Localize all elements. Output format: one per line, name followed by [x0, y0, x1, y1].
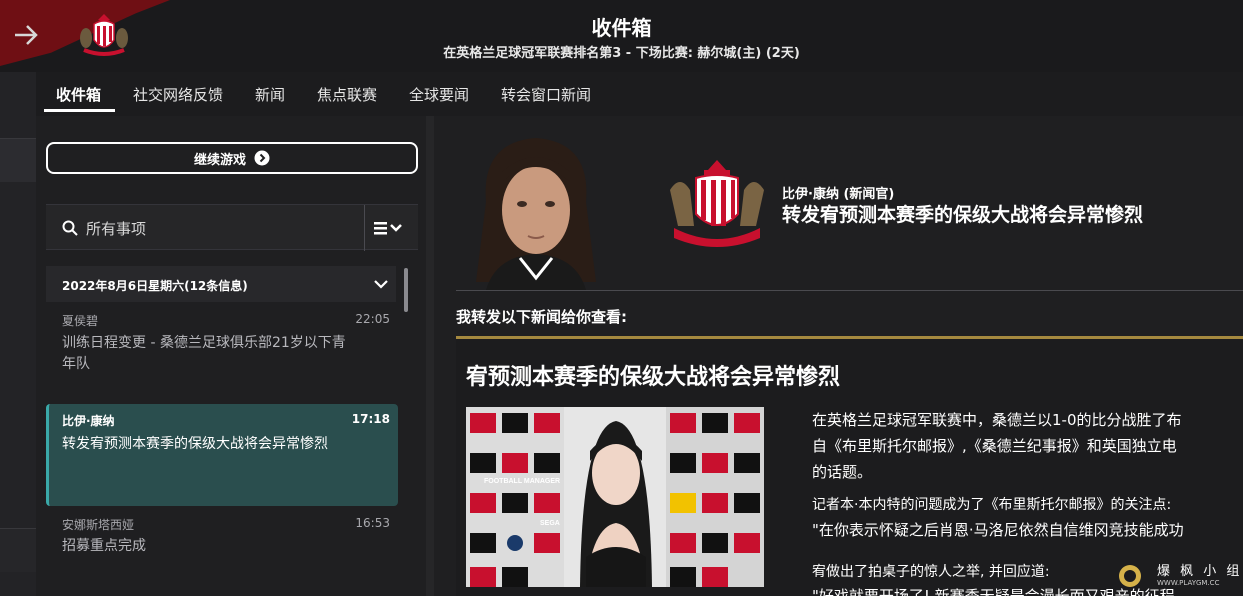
article-paragraph: 记者本·本内特的问题成为了《布里斯托尔邮报》的关注点: — [812, 497, 1172, 513]
player-portrait-image — [456, 132, 616, 290]
list-filter-icon[interactable] — [374, 219, 406, 237]
date-group-header[interactable]: 2022年8月6日星期六(12条信息) — [46, 266, 396, 302]
page-subtitle: 在英格兰足球冠军联赛排名第3 - 下场比赛: 赫尔城(主) (2天) — [443, 46, 800, 61]
tab-social-feedback[interactable]: 社交网络反馈 — [133, 84, 223, 105]
top-header: 收件箱 在英格兰足球冠军联赛排名第3 - 下场比赛: 赫尔城(主) (2天) — [0, 0, 1243, 72]
panel-divider — [426, 116, 434, 596]
message-time: 16:53 — [355, 516, 390, 530]
sponsor-board-text: SEGA — [540, 520, 560, 527]
active-tab-indicator — [44, 109, 115, 112]
search-filter-bar: 所有事项 — [46, 204, 418, 251]
sponsor-board-right — [666, 407, 764, 587]
divider — [364, 205, 365, 251]
message-time: 17:18 — [351, 412, 390, 426]
page-title: 收件箱 — [591, 16, 652, 40]
article-paragraph-line: 在英格兰足球冠军联赛中，桑德兰以1-0的比分战胜了布 — [812, 411, 1182, 429]
search-icon[interactable] — [62, 220, 78, 236]
article-paragraph-line: 自《布里斯托尔邮报》,《桑德兰纪事报》和英国独立电 — [812, 437, 1177, 455]
message-sender: 夏侯碧 — [62, 314, 99, 328]
tab-focus-league[interactable]: 焦点联赛 — [317, 84, 377, 105]
message-list-item[interactable]: 安娜斯塔西娅 16:53 招募重点完成 — [46, 510, 398, 570]
forward-note: 我转发以下新闻给你查看: — [456, 308, 627, 326]
continue-game-button[interactable]: 继续游戏 — [46, 142, 418, 174]
tab-transfer-window-news[interactable]: 转会窗口新闻 — [501, 84, 591, 105]
message-subject: 训练日程变更 - 桑德兰足球俱乐部21岁以下青 年队 — [62, 333, 346, 375]
message-sender: 安娜斯塔西娅 — [62, 518, 135, 532]
woman-portrait — [564, 407, 666, 587]
chevron-circle-right-icon — [254, 150, 270, 166]
message-sender: 比伊·康纳 — [62, 414, 115, 428]
tab-news[interactable]: 新闻 — [255, 84, 285, 105]
article-title: 宥预测本赛季的保级大战将会异常惨烈 — [466, 365, 841, 390]
tab-inbox[interactable]: 收件箱 — [56, 84, 101, 105]
article-paragraph: 宥做出了拍桌子的惊人之举, 并回应道: — [812, 564, 1050, 580]
message-subject: 转发宥预测本赛季的保级大战将会异常惨烈 — [62, 436, 328, 452]
message-subject-line: 年队 — [62, 356, 90, 372]
article-quote: "在你表示怀疑之后肖恩·马洛尼依然自信维冈竞技能成功 — [812, 521, 1184, 539]
sunderland-crest-icon — [670, 160, 764, 247]
date-group-label: 2022年8月6日星期六(12条信息) — [62, 279, 248, 293]
continue-label: 继续游戏 — [193, 152, 246, 168]
message-list-item-selected[interactable]: 比伊·康纳 17:18 转发宥预测本赛季的保级大战将会异常惨烈 — [46, 404, 398, 506]
sponsor-board-text: FOOTBALL MANAGER — [484, 478, 560, 485]
scrollbar[interactable] — [404, 268, 408, 312]
side-nav-item[interactable] — [0, 528, 36, 572]
message-list-item[interactable]: 夏侯碧 22:05 训练日程变更 - 桑德兰足球俱乐部21岁以下青 年队 — [46, 306, 398, 386]
sponsor-board-left — [466, 407, 564, 587]
divider — [456, 290, 1243, 291]
article-paragraph-line: 的话题。 — [812, 463, 873, 481]
watermark-text: 爆 枫 小 组 — [1157, 564, 1243, 579]
message-time: 22:05 — [355, 312, 390, 326]
tab-world-news[interactable]: 全球要闻 — [409, 84, 469, 105]
inbox-list-panel: 继续游戏 所有事项 2022年8月6日星期六(12条信息) 夏侯碧 22:05 … — [36, 116, 426, 596]
article-image: FOOTBALL MANAGER SEGA — [466, 407, 764, 587]
search-input[interactable]: 所有事项 — [86, 218, 146, 239]
chevron-down-icon[interactable] — [374, 279, 388, 289]
side-nav-strip — [0, 72, 36, 596]
news-headline: 转发宥预测本赛季的保级大战将会异常惨烈 — [782, 204, 1144, 226]
message-subject-line: 训练日程变更 - 桑德兰足球俱乐部21岁以下青 — [62, 335, 346, 351]
tab-bar: 收件箱 社交网络反馈 新闻 焦点联赛 全球要闻 转会窗口新闻 — [36, 72, 1243, 116]
watermark-url: WWW.PLAYGM.CC — [1157, 579, 1220, 587]
message-subject: 招募重点完成 — [62, 538, 146, 554]
side-nav-item[interactable] — [0, 138, 36, 182]
